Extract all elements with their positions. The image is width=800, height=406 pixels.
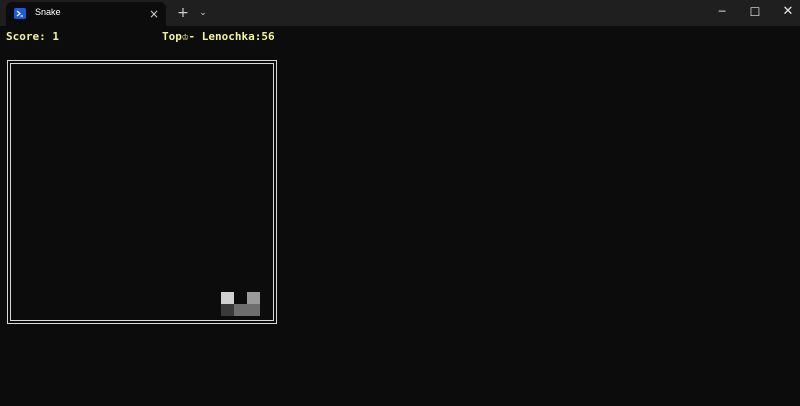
tab-title: Snake	[35, 7, 61, 17]
terminal-area[interactable]: Score: 1 Top♔- Lenochka:56	[0, 26, 800, 406]
top-score-display: Top♔- Lenochka:56	[162, 30, 275, 43]
close-tab-icon[interactable]: ×	[146, 6, 162, 22]
score-display: Score: 1	[6, 30, 59, 43]
game-board	[7, 60, 277, 324]
snake-segment	[247, 304, 260, 316]
powershell-icon	[14, 8, 26, 19]
close-window-button[interactable]: ✕	[770, 0, 800, 24]
tab-snake[interactable]: Snake ×	[6, 2, 166, 26]
new-tab-button[interactable]: +	[175, 5, 191, 21]
game-board-inner-border	[10, 63, 274, 321]
minimize-button[interactable]: ─	[704, 0, 740, 24]
snake-segment	[234, 304, 247, 316]
maximize-button[interactable]: ☐	[737, 0, 773, 24]
tab-dropdown-icon[interactable]: ⌄	[196, 5, 210, 21]
title-bar: Snake × + ⌄ ─ ☐ ✕	[0, 0, 800, 26]
snake-head	[247, 292, 260, 304]
food-cell	[221, 292, 234, 304]
snake-tail	[221, 304, 234, 316]
